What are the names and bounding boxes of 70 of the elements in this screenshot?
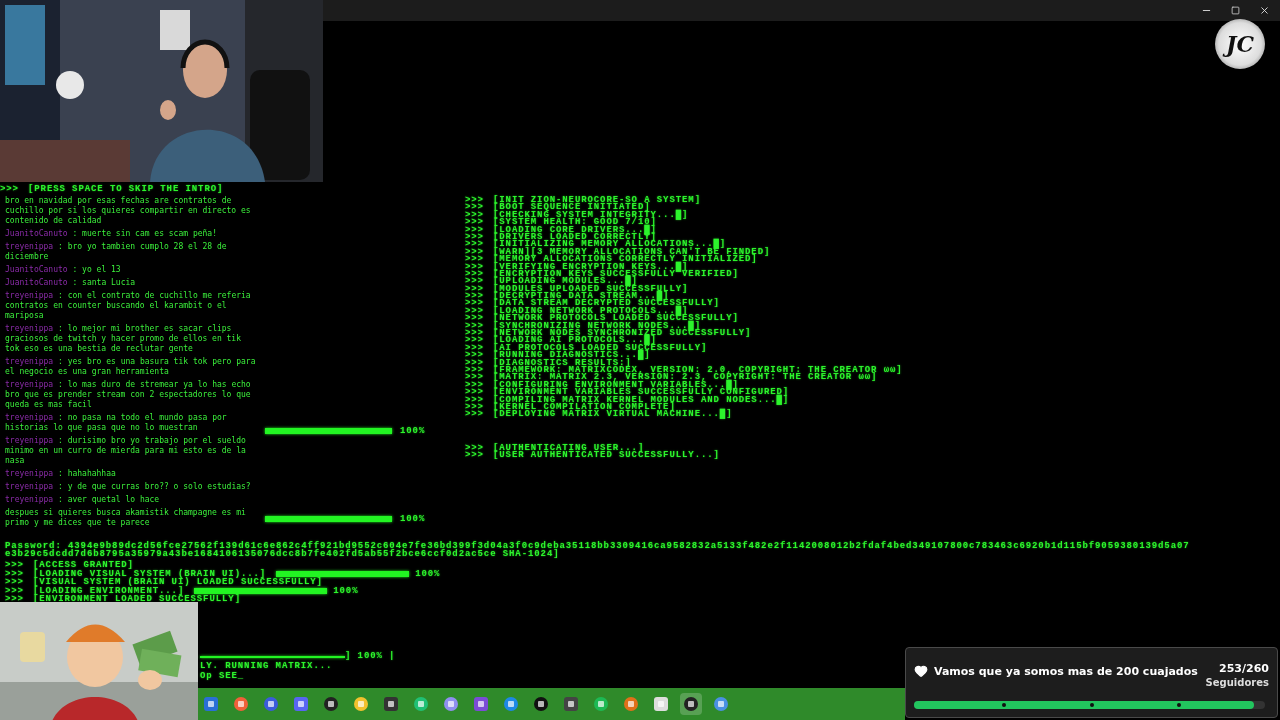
terminal-line: [ENVIRONMENT LOADED SUCCESSFULLY] [33, 595, 241, 604]
chat-message: treyenippa : bro yo tambien cumplo 28 el 28 de diciembre [5, 242, 228, 262]
terminal-prompt: >>> [5, 578, 25, 587]
terminal-prompt: >>> [465, 359, 485, 367]
chat-message: JuanitoCanuto : yo el 13 [5, 265, 122, 275]
terminal-line: [VERIFYING ENCRYPTION KEYS...█] [493, 263, 689, 271]
chat-message: treyenippa : hahahahhaa [5, 469, 117, 479]
terminal-line: Password: 4394e9b89dc2d56fce27562f139d61c6e862c4ff921bd9552c604e7fe36bd399f3d04a3f0c9deba35118bb3309416ca9582832a5133f482e2f1142008012b2fdaf4bed349107800c783463c6920b1d115bf9059380139d5a07 [4, 542, 1191, 550]
terminal-line: [VISUAL SYSTEM (BRAIN UI) LOADED SUCCESSFULLY] [33, 578, 323, 587]
terminal-prompt: >>> [465, 204, 485, 212]
terminal-prompt: >>> [465, 278, 485, 286]
chat-message: treyenippa : lo mas duro de stremear ya lo has echo bro que es prender stream con 2 espectadores lo que queda es mas facil [5, 380, 252, 410]
terminal-prompt: >>> [465, 256, 485, 264]
terminal-prompt: >>> [0, 186, 20, 194]
terminal-prompt: >>> [5, 561, 25, 570]
terminal-prompt: >>> [465, 337, 485, 345]
terminal-prompt: >>> [465, 300, 485, 308]
terminal-line: [SYSTEM HEALTH: GOOD 7/10] [493, 219, 657, 227]
terminal-prompt: >>> [5, 586, 25, 596]
terminal-prompt: >>> [465, 452, 485, 460]
terminal-line: [LOADING ENVIRONMENT...] [33, 586, 185, 596]
close-icon [1259, 5, 1270, 16]
terminal-line: [ENVIRONMENT VARIABLES SUCCESSFULLY CONFIGURED] [493, 389, 790, 397]
terminal-line: [LOADING CORE DRIVERS...█] [493, 226, 657, 234]
goal-count: 253/260 [1219, 662, 1269, 675]
terminal-prompt: >>> [465, 411, 485, 419]
terminal-line: [DATA STREAM DECRYPTED SUCCESSFULLY] [493, 300, 720, 308]
chat-message: treyenippa : yes bro es una basura tik tok pero para el negocio es una gran herramienta [5, 357, 257, 377]
maximize-button[interactable] [1230, 5, 1241, 16]
terminal-line: [NETWORK PROTOCOLS LOADED SUCCESSFULLY] [493, 315, 739, 323]
terminal-prompt: >>> [5, 569, 25, 579]
chat-message: treyenippa : no pasa na todo el mundo pasa por historias lo que pasa que no lo muestran [5, 413, 228, 433]
terminal-prompt: >>> [465, 226, 485, 234]
terminal-prompt: >>> [465, 374, 485, 382]
terminal-prompt: >>> [465, 352, 485, 360]
progress-percent: 100% [415, 569, 441, 579]
terminal-prompt: >>> [465, 241, 485, 249]
progress-percent: 100% [400, 515, 426, 524]
chat-message: treyenippa : con el contrato de cuchillo me referia contratos en counter buscando el karambit o el mariposa [5, 291, 252, 321]
terminal-line: Op SEE_ [200, 673, 245, 681]
terminal-line: ] 100% | [345, 653, 396, 661]
terminal-line: [DIAGNOSTICS RESULTS:] [493, 359, 632, 367]
terminal-line: [ACCESS GRANTED] [33, 561, 134, 570]
terminal-line: [USER AUTHENTICATED SUCCESSFULLY...] [493, 452, 720, 460]
goal-title: Vamos que ya somos mas de 200 cuajados [934, 664, 1198, 678]
chat-message: JuanitoCanuto : muerte sin cam es scam peña! [5, 229, 218, 239]
goal-label: Seguidores [1205, 677, 1269, 688]
progress-percent: 100% [400, 427, 426, 436]
terminal-prompt: >>> [465, 219, 485, 227]
terminal-prompt: >>> [465, 389, 485, 397]
chat-message: bro en navidad por esas fechas are contratos de cuchillo por si los quieres compartir en directo es contenido de calidad [5, 196, 252, 226]
app-icon[interactable] [680, 693, 702, 715]
terminal-prompt: >>> [465, 396, 485, 404]
terminal-line: e3b29c5dcdd7d6b8795a35979a43be1684106135076dcc8b7fe402fd5ab55f2bce6ccf0d2ac5ce SHA-1024] [4, 550, 560, 558]
progress-percent: 100% [333, 586, 359, 596]
chat-message: JuanitoCanuto : santa Lucia [5, 278, 137, 288]
chat-message: treyenippa : aver quetal lo hace [5, 495, 161, 505]
close-button[interactable] [1259, 5, 1270, 16]
heart-icon [914, 664, 928, 678]
chat-message: treyenippa : durisimo bro yo trabajo por el sueldo minimo en un curro de mierda para mi esto es de la nasa [5, 436, 247, 466]
chat-message: treyenippa : lo mejor mi brother es sacar clips graciosos de twitch y hacer promo de ellos en tik tok eso es una bestia de reclutar gente [5, 324, 242, 354]
terminal-prompt: >>> [5, 595, 25, 604]
channel-logo: JC [1215, 19, 1265, 69]
chat-message: despues si quieres busca akamistik champagne es mi primo y me dices que te parece [5, 508, 247, 528]
terminal-prompt: >>> [465, 263, 485, 271]
terminal-prompt: >>> [465, 315, 485, 323]
chat-message: treyenippa : y de que curras bro?? o solo estudias? [5, 482, 252, 492]
terminal-line: LY. RUNNING MATRIX... [200, 663, 333, 671]
maximize-icon [1231, 6, 1240, 15]
terminal-line: [PRESS SPACE TO SKIP THE INTRO] [28, 186, 224, 194]
